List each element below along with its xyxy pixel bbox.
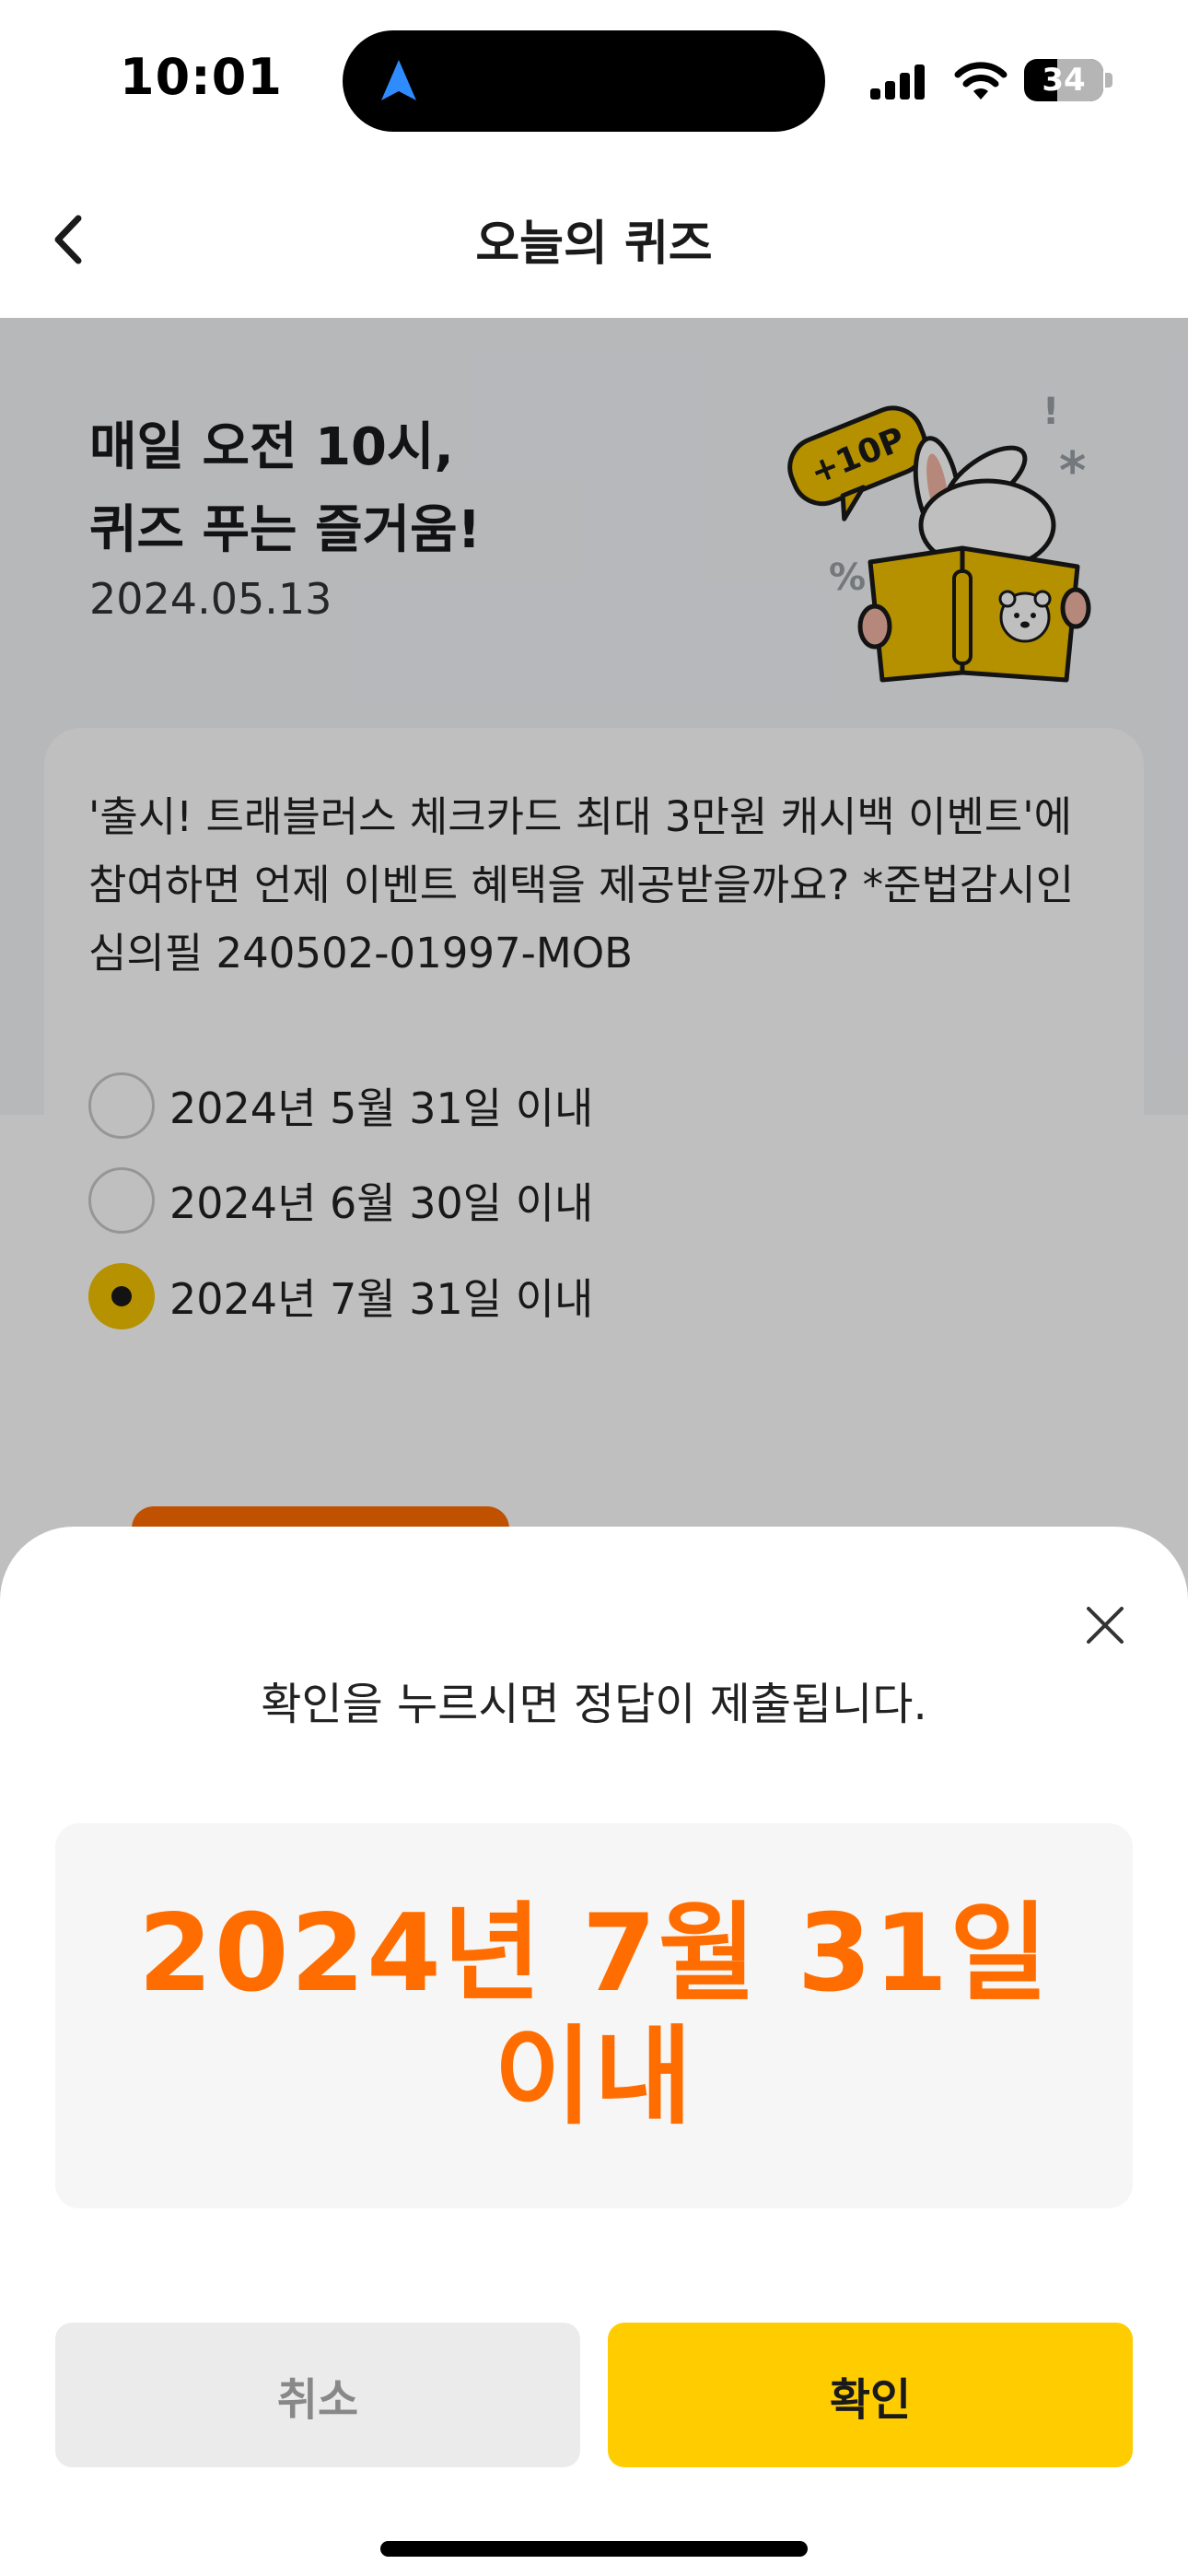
- cancel-button[interactable]: 취소: [55, 2323, 580, 2467]
- battery-level: 34: [1042, 62, 1086, 99]
- page-title: 오늘의 퀴즈: [475, 217, 713, 272]
- confirm-bottom-sheet: 확인을 누르시면 정답이 제출됩니다. 2024년 7월 31일 이내 취소 확…: [0, 1527, 1188, 2576]
- confirm-message: 확인을 누르시면 정답이 제출됩니다.: [261, 1679, 927, 1730]
- status-time: 10:01: [120, 48, 283, 106]
- app-header: 오늘의 퀴즈: [0, 157, 1188, 318]
- selected-answer-text: 2024년 7월 31일 이내: [138, 1891, 1050, 2139]
- home-indicator: [380, 2541, 808, 2557]
- battery-icon: 34: [1024, 59, 1112, 101]
- dynamic-island: [343, 30, 825, 132]
- signal-icon: [870, 64, 925, 100]
- wifi-icon: [954, 62, 1007, 100]
- status-bar: 10:01 34: [0, 0, 1188, 157]
- close-icon[interactable]: [1077, 1598, 1133, 1653]
- confirm-button[interactable]: 확인: [608, 2323, 1133, 2467]
- location-arrow-icon: [381, 60, 416, 100]
- selected-answer-box: 2024년 7월 31일 이내: [55, 1823, 1133, 2208]
